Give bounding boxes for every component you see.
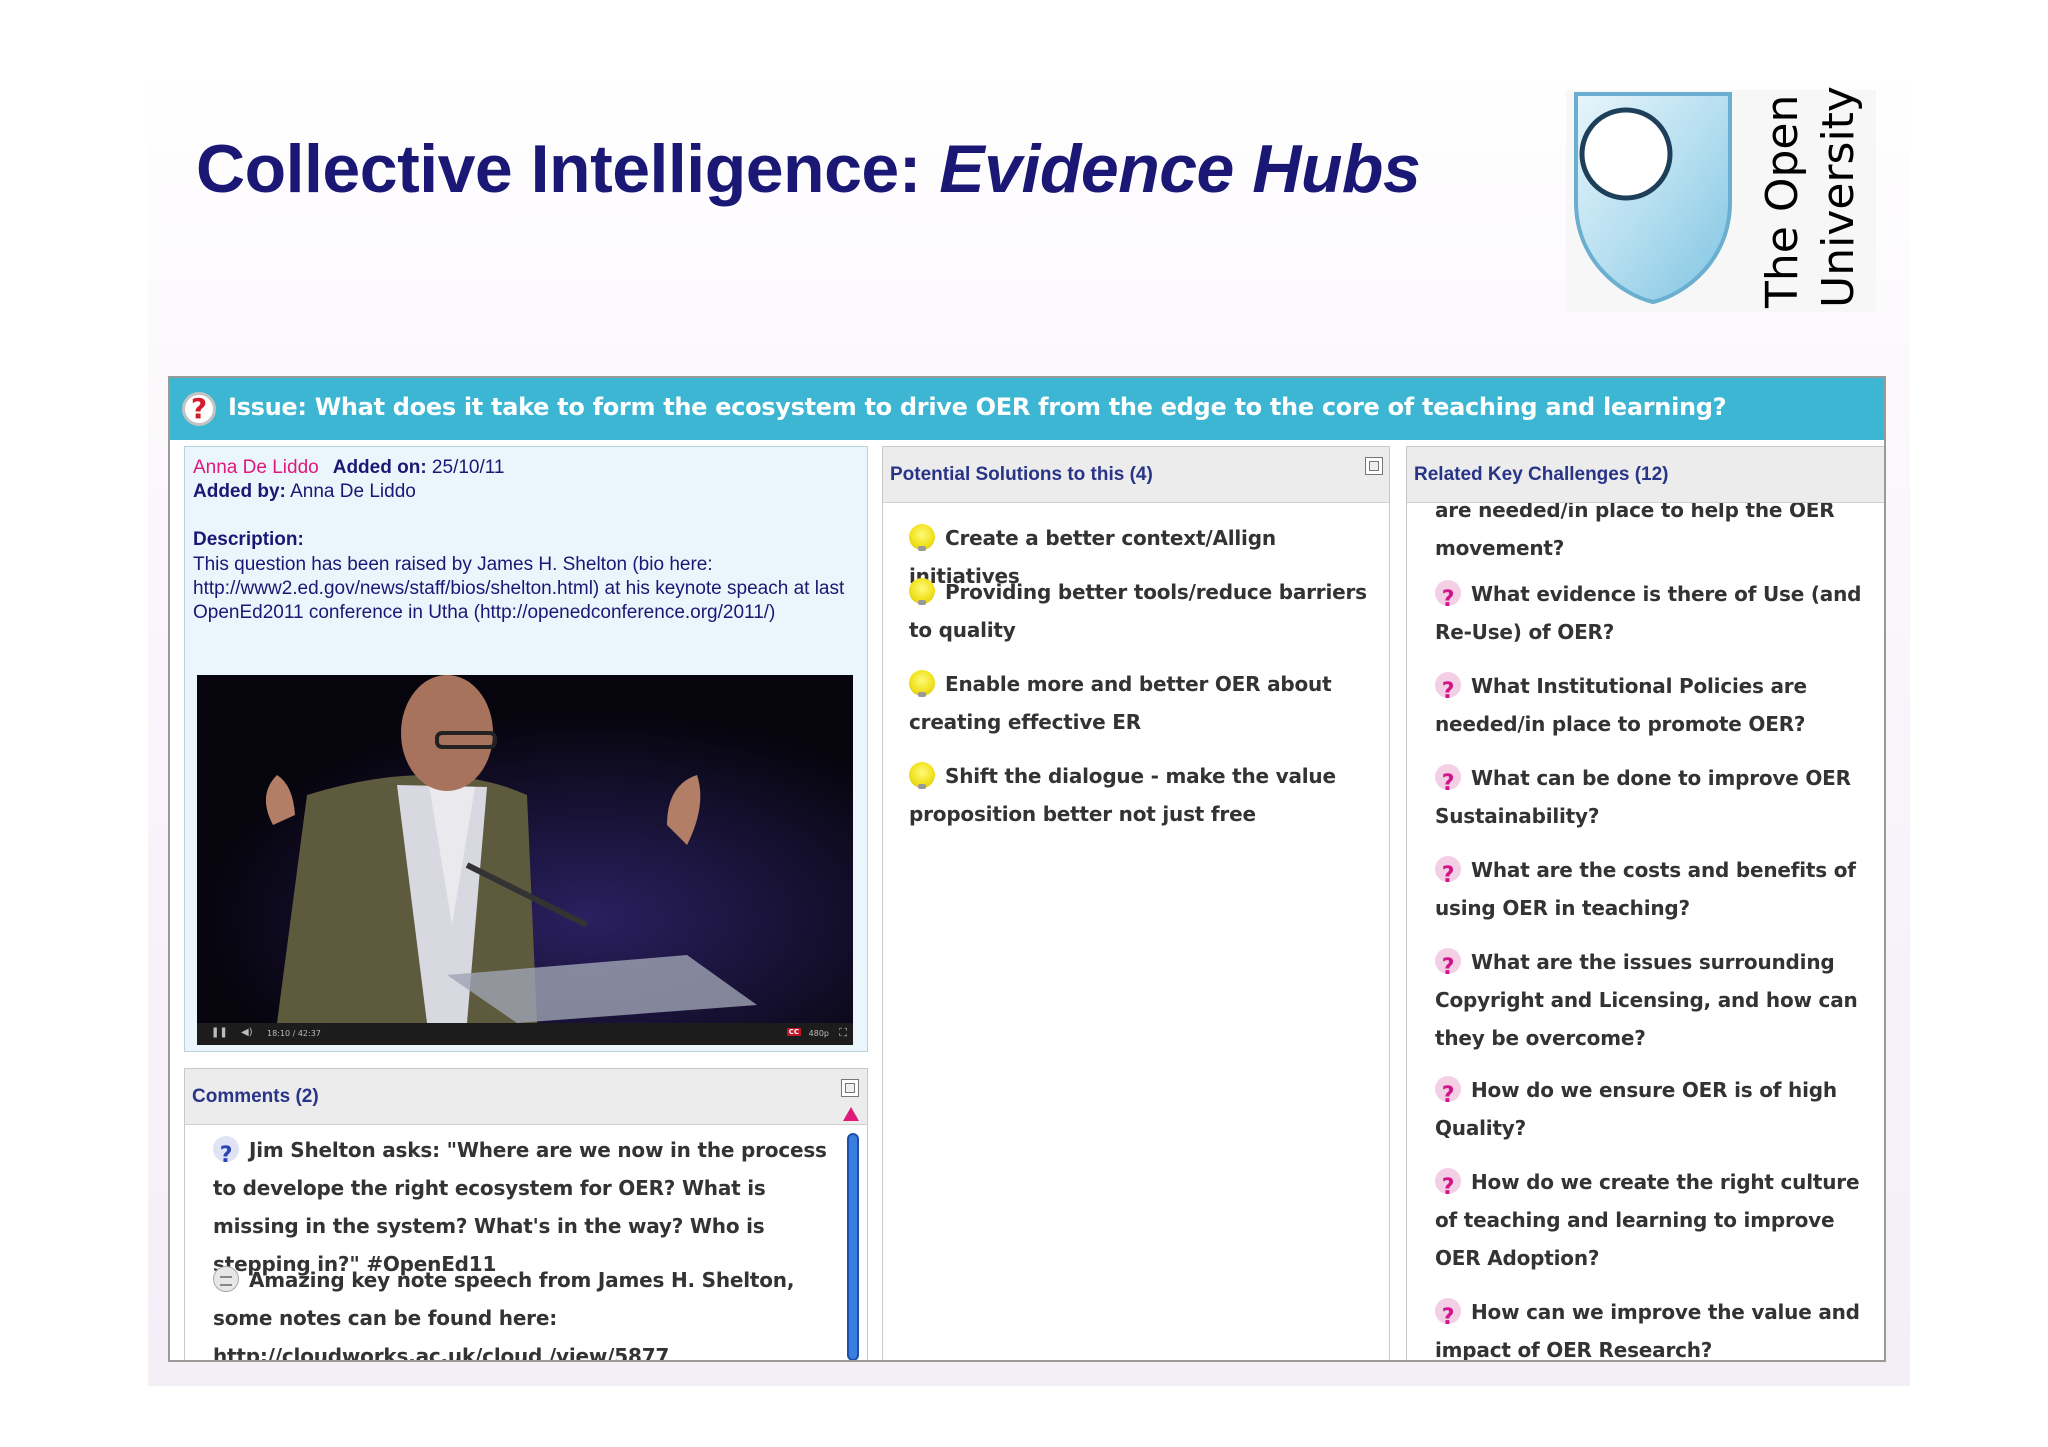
challenge-item[interactable]: ? What are the costs and benefits of usin… <box>1435 851 1884 927</box>
solution-text: Enable more and better OER about creatin… <box>909 672 1332 734</box>
challenge-item[interactable]: ? How do we create the right culture of t… <box>1435 1163 1884 1277</box>
lightbulb-icon <box>909 578 935 605</box>
challenge-text: What evidence is there of Use (and Re-Us… <box>1435 582 1862 644</box>
challenge-item[interactable]: ? What Institutional Policies are needed/… <box>1435 667 1884 743</box>
lightbulb-icon <box>909 762 935 789</box>
challenge-text: What can be done to improve OER Sustaina… <box>1435 766 1851 828</box>
volume-icon[interactable]: ◀) <box>241 1027 253 1038</box>
challenge-text: How do we ensure OER is of high Quality? <box>1435 1078 1837 1140</box>
challenge-text: How can we improve the value and impact … <box>1435 1300 1860 1362</box>
scroll-up-arrow-icon[interactable] <box>843 1107 859 1121</box>
author-line: Anna De Liddo Added on: 25/10/11 <box>193 457 504 479</box>
slide-title-emphasis: Evidence Hubs <box>939 131 1421 207</box>
issue-title: Issue: What does it take to form the eco… <box>228 393 1727 421</box>
logo-line-1: The Open <box>1757 94 1808 308</box>
comment-item[interactable]: Amazing key note speech from James H. Sh… <box>213 1261 833 1362</box>
challenge-text: What are the issues surrounding Copyrigh… <box>1435 950 1858 1050</box>
slide-title: Collective Intelligence: Evidence Hubs <box>196 130 1421 208</box>
closed-captions-button[interactable]: CC <box>786 1028 801 1036</box>
question-icon: ? <box>182 392 216 426</box>
question-icon: ? <box>1435 1168 1461 1200</box>
issue-header: ? Issue: What does it take to form the e… <box>170 378 1884 440</box>
added-on-value: 25/10/11 <box>426 457 505 478</box>
question-icon: ? <box>1435 580 1461 612</box>
comment-text: Jim Shelton asks: "Where are we now in t… <box>213 1138 827 1276</box>
slide-title-main: Collective Intelligence: <box>196 131 940 207</box>
solutions-header: Potential Solutions to this (4) <box>883 447 1389 503</box>
challenges-panel: ?What technologies & infrastructure are … <box>1406 446 1884 1362</box>
comment-icon <box>213 1266 239 1292</box>
video-player[interactable]: ❚❚ ◀) 18:10 / 42:37 CC 480p ⛶ <box>197 675 853 1045</box>
comments-panel: Comments (2) ? Jim Shelton asks: "Where a… <box>184 1068 868 1362</box>
question-icon: ? <box>1435 672 1461 704</box>
challenge-item[interactable]: ? How can we improve the value and impact… <box>1435 1293 1884 1362</box>
expand-icon[interactable] <box>1365 457 1383 475</box>
challenges-header: Related Key Challenges (12) <box>1407 447 1884 503</box>
challenge-text: How do we create the right culture of te… <box>1435 1170 1860 1270</box>
solution-item[interactable]: Shift the dialogue - make the value prop… <box>909 757 1379 833</box>
open-university-wordmark: The Open University <box>1755 86 1867 308</box>
description-text: This question has been raised by James H… <box>193 554 845 623</box>
question-icon: ? <box>1435 1076 1461 1108</box>
added-by-line: Added by: Anna De Liddo <box>193 481 416 503</box>
solution-item[interactable]: Enable more and better OER about creatin… <box>909 665 1379 741</box>
solutions-panel: Potential Solutions to this (4) Create a… <box>882 446 1390 1360</box>
added-by-label: Added by: <box>193 481 286 502</box>
comment-text: Amazing key note speech from James H. Sh… <box>213 1268 795 1362</box>
lightbulb-icon <box>909 524 935 551</box>
video-time: 18:10 / 42:37 <box>267 1029 321 1038</box>
video-frame <box>197 675 853 1023</box>
author-link[interactable]: Anna De Liddo <box>193 457 319 478</box>
question-icon: ? <box>1435 764 1461 796</box>
expand-icon[interactable] <box>841 1079 859 1097</box>
challenge-item[interactable]: ? What are the issues surrounding Copyrig… <box>1435 943 1884 1057</box>
comments-header: Comments (2) <box>185 1069 867 1125</box>
solution-text: Shift the dialogue - make the value prop… <box>909 764 1336 826</box>
evidence-hub-window: ? Issue: What does it take to form the e… <box>168 376 1886 1362</box>
logo-line-2: University <box>1813 86 1864 308</box>
question-icon: ? <box>1435 948 1461 980</box>
video-controls: ❚❚ ◀) 18:10 / 42:37 CC 480p ⛶ <box>197 1023 853 1045</box>
fullscreen-icon[interactable]: ⛶ <box>839 1026 847 1040</box>
added-on-label: Added on: <box>332 457 427 478</box>
solution-item[interactable]: Providing better tools/reduce barriers t… <box>909 573 1379 649</box>
comments-title: Comments (2) <box>192 1086 319 1107</box>
question-icon: ? <box>213 1136 239 1168</box>
pause-icon[interactable]: ❚❚ <box>211 1027 228 1038</box>
challenge-item[interactable]: ? How do we ensure OER is of high Quality… <box>1435 1071 1855 1147</box>
question-icon: ? <box>1435 856 1461 888</box>
description-label: Description: <box>193 529 304 550</box>
challenge-item[interactable]: ? What evidence is there of Use (and Re-U… <box>1435 575 1875 651</box>
question-icon: ? <box>1435 1298 1461 1330</box>
challenge-item[interactable]: ? What can be done to improve OER Sustain… <box>1435 759 1884 835</box>
solution-text: Providing better tools/reduce barriers t… <box>909 580 1367 642</box>
comments-scrollbar[interactable] <box>847 1133 859 1360</box>
added-by-value: Anna De Liddo <box>285 481 416 502</box>
challenge-text: What are the costs and benefits of using… <box>1435 858 1856 920</box>
challenge-text: What Institutional Policies are needed/i… <box>1435 674 1807 736</box>
solutions-title: Potential Solutions to this (4) <box>890 464 1153 485</box>
challenges-title: Related Key Challenges (12) <box>1414 464 1669 485</box>
lightbulb-icon <box>909 670 935 697</box>
issue-details-panel: Anna De Liddo Added on: 25/10/11 Added by… <box>184 446 868 1052</box>
quality-button[interactable]: 480p <box>809 1029 829 1038</box>
